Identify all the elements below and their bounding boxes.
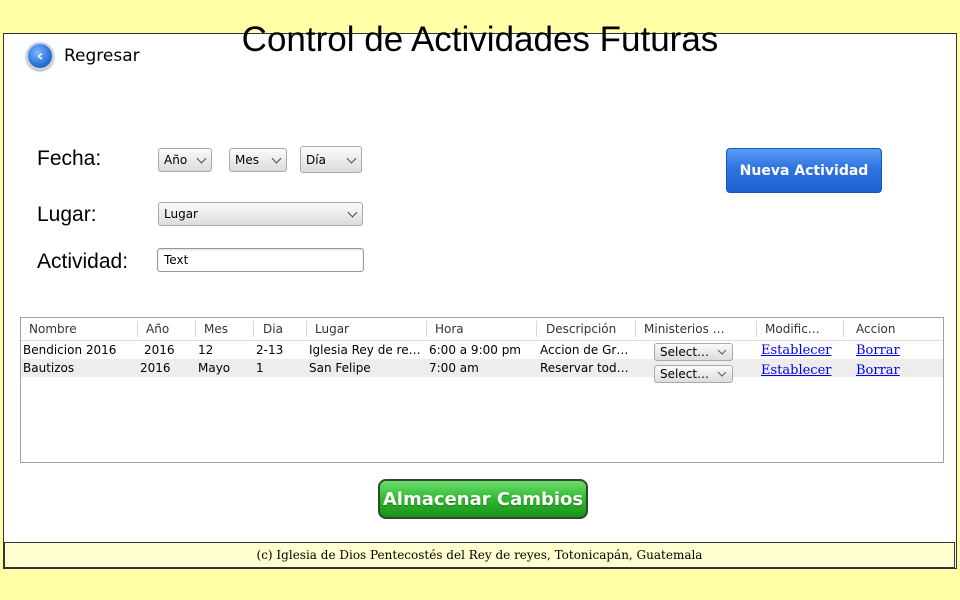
cell-descripcion: Accion de Gr…	[540, 343, 629, 357]
almacenar-cambios-button[interactable]: Almacenar Cambios	[378, 479, 588, 519]
cell-mes: 12	[198, 343, 214, 357]
ministerio-select-value: Select…	[660, 367, 710, 381]
anio-select[interactable]: Año	[158, 148, 212, 172]
column-header[interactable]: Lugar	[315, 322, 349, 336]
anio-select-value: Año	[164, 153, 188, 167]
ministerio-select[interactable]: Select…	[654, 343, 733, 361]
column-header[interactable]: Hora	[435, 322, 464, 336]
chevron-down-icon	[271, 153, 282, 164]
cell-nombre: Bendicion 2016	[23, 343, 117, 357]
actividad-input-value: Text	[164, 253, 189, 267]
cell-dia: 2-13	[256, 343, 284, 357]
cell-nombre: Bautizos	[23, 361, 75, 375]
cell-lugar: San Felipe	[309, 361, 371, 375]
dia-select[interactable]: Día	[300, 146, 362, 173]
dia-select-value: Día	[306, 152, 326, 167]
chevron-down-icon	[346, 153, 357, 164]
establecer-link[interactable]: Establecer	[761, 363, 832, 378]
cell-hora: 6:00 a 9:00 pm	[429, 343, 521, 357]
ministerio-select[interactable]: Select…	[654, 365, 733, 383]
chevron-down-icon	[717, 346, 727, 355]
cell-lugar: Iglesia Rey de re…	[309, 343, 421, 357]
footer-text: (c) Iglesia de Dios Pentecostés del Rey …	[256, 548, 703, 562]
mes-select[interactable]: Mes	[229, 148, 287, 172]
column-header[interactable]: Ministerios O…	[644, 322, 732, 336]
footer: (c) Iglesia de Dios Pentecostés del Rey …	[4, 542, 955, 568]
column-header[interactable]: Descripción	[546, 322, 616, 336]
cell-hora: 7:00 am	[429, 361, 479, 375]
lugar-select[interactable]: Lugar	[158, 202, 363, 226]
mes-select-value: Mes	[235, 153, 259, 167]
actividad-input[interactable]: Text	[157, 248, 364, 272]
column-header[interactable]: Accion	[856, 322, 895, 336]
cell-anio: 2016	[140, 361, 171, 375]
column-header[interactable]: Mes	[204, 322, 228, 336]
nueva-actividad-button[interactable]: Nueva Actividad	[726, 148, 882, 193]
column-header[interactable]: Nombre	[29, 322, 77, 336]
lugar-label: Lugar:	[37, 203, 97, 226]
chevron-down-icon	[196, 153, 207, 164]
cell-descripcion: Reservar todo…	[540, 361, 632, 375]
actividad-label: Actividad:	[37, 250, 129, 273]
lugar-select-value: Lugar	[164, 207, 198, 221]
activities-table: Nombre Año Mes Dia Lugar Hora Descripció…	[20, 317, 944, 463]
page-title: Control de Actividades Futuras	[241, 20, 719, 59]
cell-dia: 1	[256, 361, 264, 375]
cell-mes: Mayo	[198, 361, 231, 375]
chevron-down-icon	[717, 368, 727, 377]
establecer-link[interactable]: Establecer	[761, 343, 832, 358]
table-header: Nombre Año Mes Dia Lugar Hora Descripció…	[21, 318, 943, 341]
column-header[interactable]: Modific…	[765, 322, 825, 336]
cell-anio: 2016	[144, 343, 175, 357]
borrar-link[interactable]: Borrar	[856, 343, 900, 358]
column-header[interactable]: Dia	[263, 322, 283, 336]
ministerio-select-value: Select…	[660, 345, 710, 359]
borrar-link[interactable]: Borrar	[856, 363, 900, 378]
fecha-label: Fecha:	[37, 147, 102, 170]
chevron-down-icon	[347, 207, 358, 218]
column-header[interactable]: Año	[146, 322, 169, 336]
